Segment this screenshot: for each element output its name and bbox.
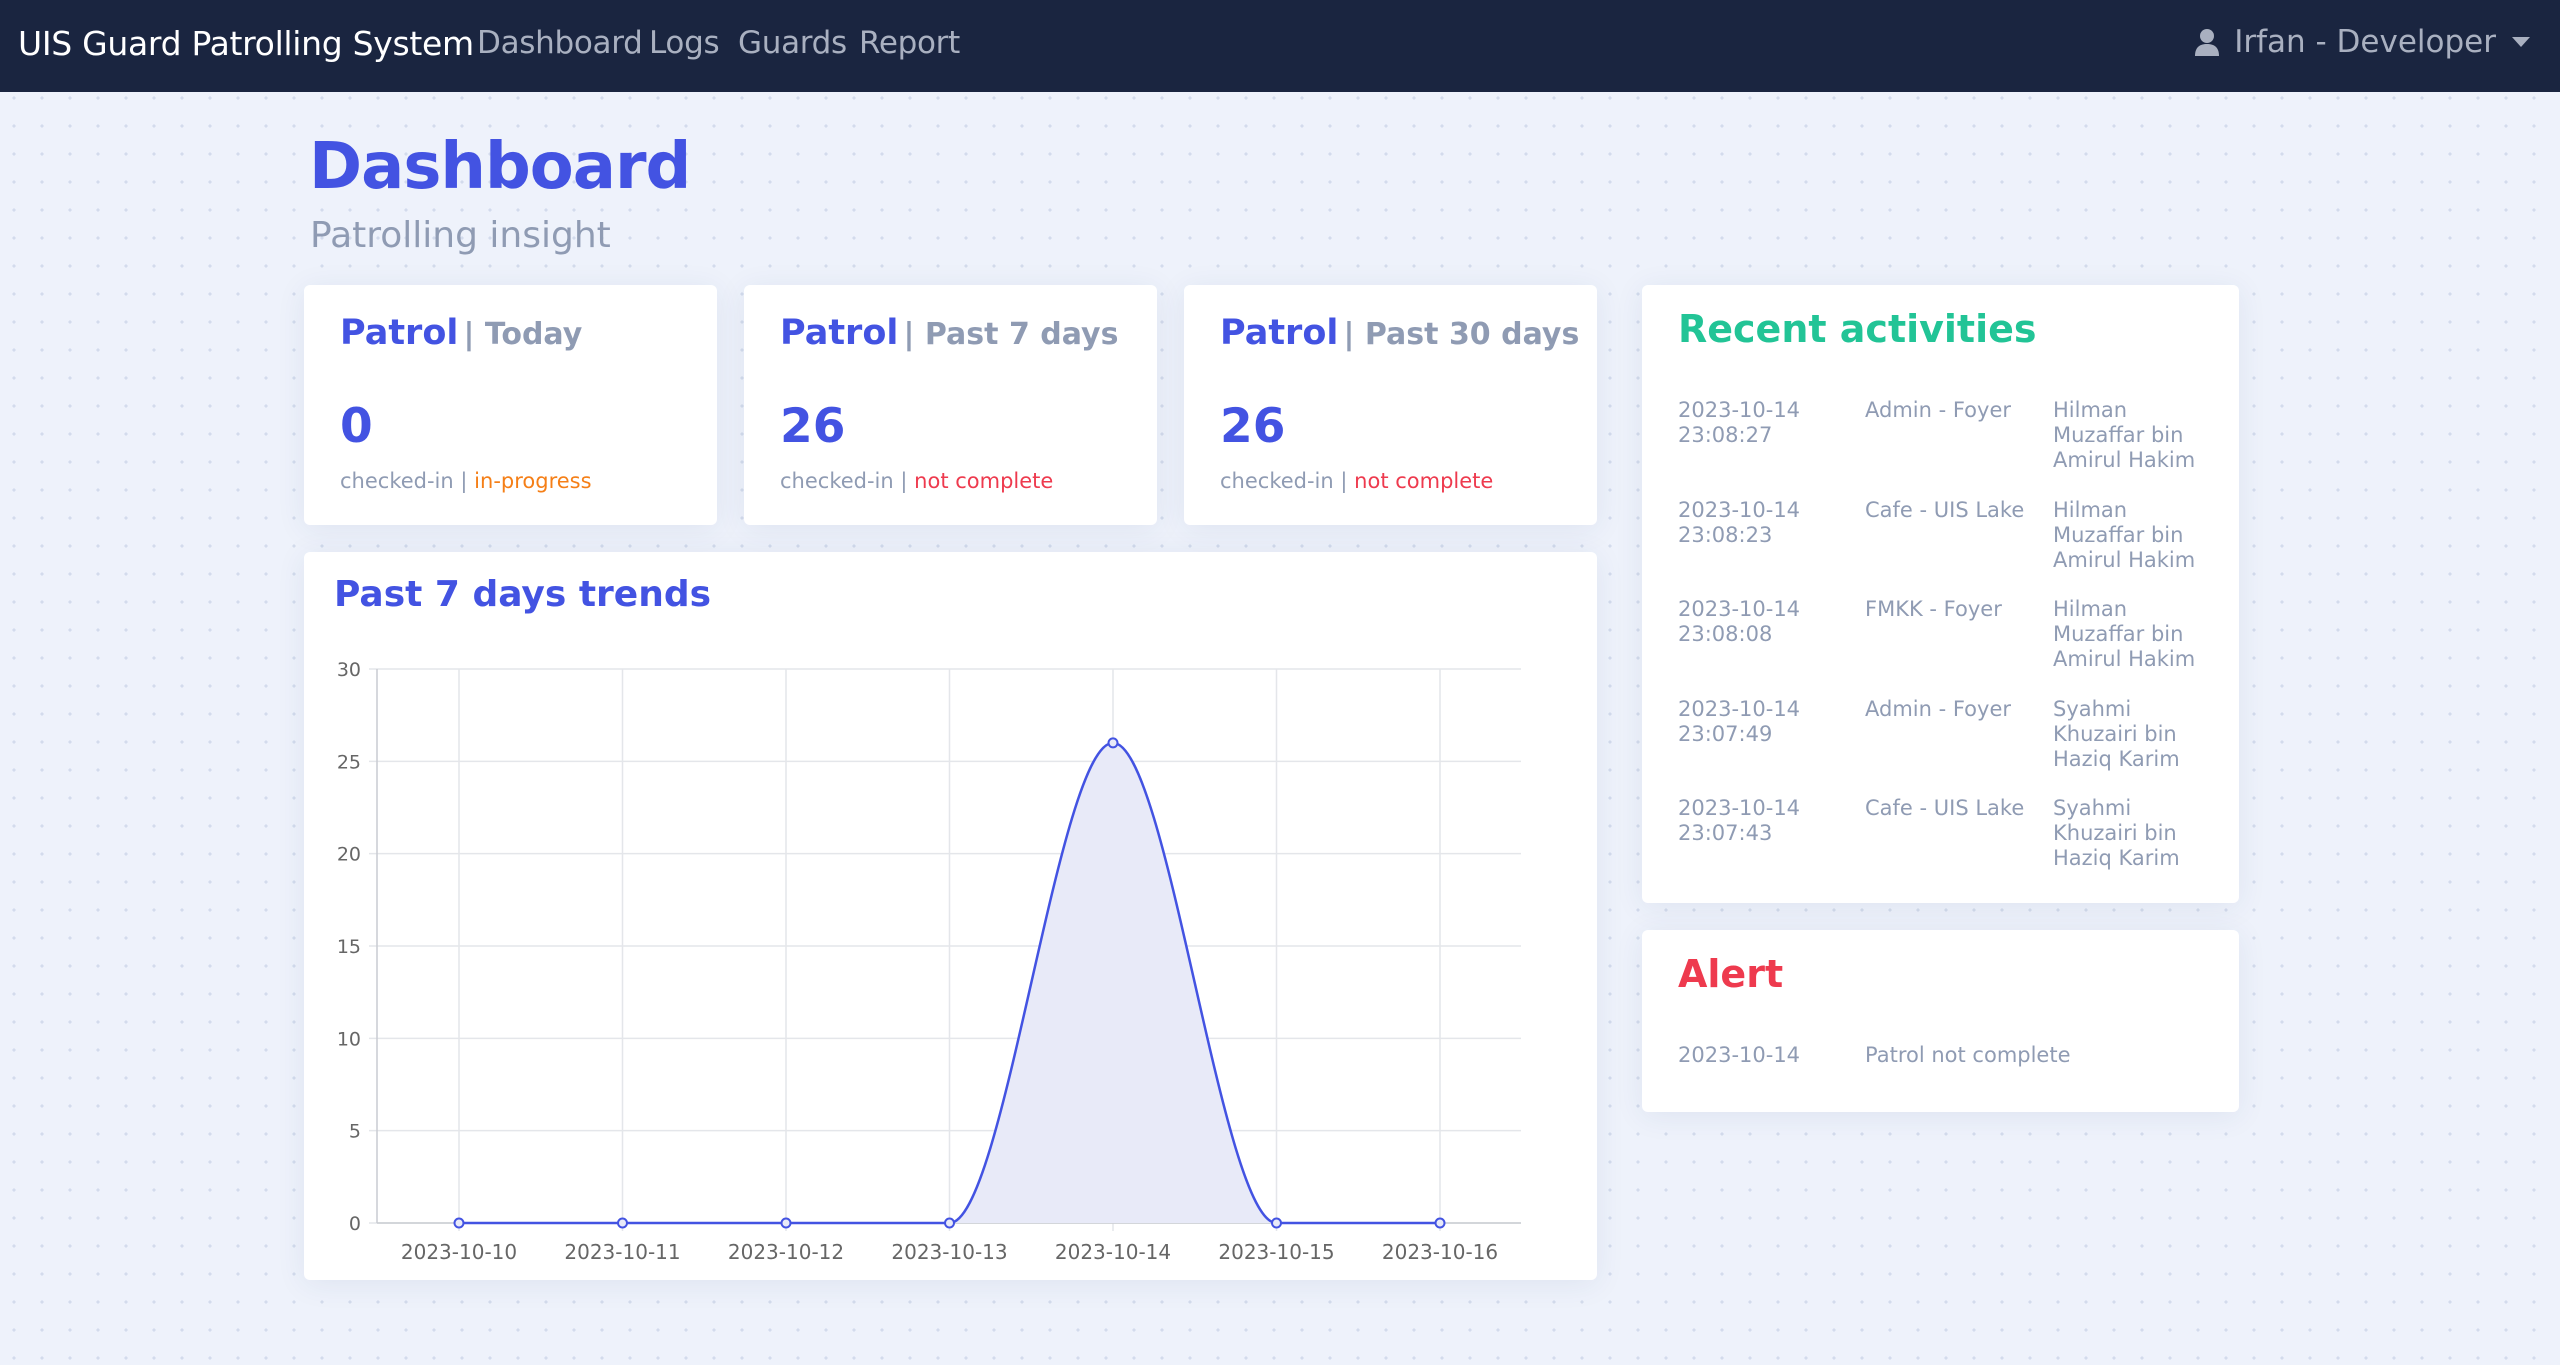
stat-card-heading: Patrol <box>340 313 459 353</box>
x-tick-label: 2023-10-14 <box>1055 1240 1171 1264</box>
stat-card-footer: checked-in | not complete <box>1220 469 1493 493</box>
y-tick-label: 15 <box>337 936 361 958</box>
activity-guard: Syahmi Khuzairi bin Haziq Karim <box>2053 796 2180 870</box>
stat-card-period: | Today <box>463 317 583 352</box>
stat-card-value: 0 <box>340 399 373 454</box>
activity-location: FMKK - Foyer <box>1865 597 2002 621</box>
stat-card-title: Patrol | Past 7 days <box>780 313 1118 353</box>
status-badge: in-progress <box>474 469 592 493</box>
y-tick-label: 0 <box>349 1213 361 1235</box>
user-menu-dropdown[interactable]: Irfan - Developer <box>2194 24 2530 60</box>
activity-guard: Syahmi Khuzairi bin Haziq Karim <box>2053 696 2180 771</box>
stat-card-title: Patrol | Today <box>340 313 582 353</box>
y-tick-label: 10 <box>337 1028 361 1050</box>
brand-link[interactable]: UIS Guard Patrolling System <box>18 24 474 63</box>
data-point <box>1271 1217 1282 1229</box>
trend-chart: 0 5 10 15 20 25 30 2023-10-10 2023-10-11 2023-10-… <box>337 659 1521 1264</box>
top-navbar: UIS Guard Patrolling System Dashboard Lo… <box>0 0 2560 92</box>
x-tick-label: 2023-10-13 <box>891 1240 1007 1264</box>
y-tick-label: 30 <box>337 659 361 681</box>
data-point <box>617 1217 628 1229</box>
alert-card: Alert 2023-10-14 Patrol not complete <box>1642 930 2239 1112</box>
stat-card-period: | Past 7 days <box>903 317 1119 352</box>
activity-guard: Hilman Muzaffar bin Amirul Hakim <box>2053 597 2196 671</box>
x-tick-label: 2023-10-10 <box>401 1240 517 1264</box>
chevron-down-icon <box>2512 37 2530 47</box>
page-subtitle: Patrolling insight <box>310 215 611 256</box>
recent-activities-title: Recent activities <box>1678 307 2037 351</box>
stat-card-past-7-days: Patrol | Past 7 days 26 checked-in | not… <box>744 285 1157 525</box>
nav-report[interactable]: Report <box>859 25 960 61</box>
activity-time: 2023-10-14 23:07:49 <box>1678 696 1801 746</box>
nav-logs[interactable]: Logs <box>649 25 720 61</box>
page-title: Dashboard <box>309 130 691 204</box>
trends-card: Past 7 days trends 0 5 10 15 20 25 30 2023-10-1… <box>304 552 1597 1280</box>
y-tick-label: 20 <box>337 844 361 866</box>
activity-time: 2023-10-14 23:08:27 <box>1678 398 1801 447</box>
stat-card-value: 26 <box>1220 399 1286 454</box>
data-point <box>1434 1217 1446 1229</box>
stat-card-heading: Patrol <box>1220 313 1339 353</box>
alert-title: Alert <box>1678 952 1784 996</box>
status-badge: not complete <box>1354 469 1494 493</box>
x-tick-label: 2023-10-11 <box>564 1240 680 1264</box>
nav-dashboard[interactable]: Dashboard <box>477 25 643 61</box>
y-tick-label: 25 <box>337 751 361 773</box>
stat-card-separator: | <box>460 469 468 493</box>
stat-card-heading: Patrol <box>780 313 899 353</box>
stat-card-title: Patrol | Past 30 days <box>1220 313 1579 353</box>
alert-date: 2023-10-14 <box>1678 1043 1801 1067</box>
stat-card-footer: checked-in | in-progress <box>340 469 592 493</box>
stat-card-past-30-days: Patrol | Past 30 days 26 checked-in | no… <box>1184 285 1597 525</box>
stat-card-period: | Past 30 days <box>1343 317 1580 352</box>
recent-activities-card: Recent activities 2023-10-14 23:08:27 Adm… <box>1642 285 2239 903</box>
status-badge: not complete <box>914 469 1054 493</box>
activity-location: Cafe - UIS Lake <box>1865 497 2025 522</box>
stat-card-value: 26 <box>780 399 846 454</box>
activity-time: 2023-10-14 23:08:08 <box>1678 597 1801 646</box>
data-point <box>780 1217 792 1229</box>
user-icon <box>2195 29 2220 56</box>
activity-location: Admin - Foyer <box>1865 696 2012 721</box>
user-name: Irfan - Developer <box>2234 24 2496 60</box>
alert-message: Patrol not complete <box>1865 1043 2071 1067</box>
stat-card-separator: | <box>900 469 908 493</box>
stat-card-footer: checked-in | not complete <box>780 469 1053 493</box>
activity-guard: Hilman Muzaffar bin Amirul Hakim <box>2053 398 2196 472</box>
data-point <box>1107 737 1119 749</box>
stat-card-label: checked-in <box>780 469 894 493</box>
y-tick-label: 5 <box>349 1121 361 1143</box>
stat-card-separator: | <box>1340 469 1348 493</box>
stat-card-today: Patrol | Today 0 checked-in | in-progres… <box>304 285 717 525</box>
x-tick-label: 2023-10-15 <box>1218 1240 1334 1264</box>
stat-card-label: checked-in <box>340 469 454 493</box>
activity-time: 2023-10-14 23:08:23 <box>1678 497 1801 547</box>
activity-time: 2023-10-14 23:07:43 <box>1678 796 1801 845</box>
stat-card-label: checked-in <box>1220 469 1334 493</box>
data-point <box>453 1217 465 1229</box>
activity-location: Cafe - UIS Lake <box>1865 796 2025 820</box>
activity-guard: Hilman Muzaffar bin Amirul Hakim <box>2053 497 2196 572</box>
x-tick-label: 2023-10-16 <box>1382 1240 1498 1264</box>
data-point <box>944 1217 955 1229</box>
x-tick-label: 2023-10-12 <box>728 1240 844 1264</box>
activity-location: Admin - Foyer <box>1865 398 2012 422</box>
nav-guards[interactable]: Guards <box>738 25 847 61</box>
